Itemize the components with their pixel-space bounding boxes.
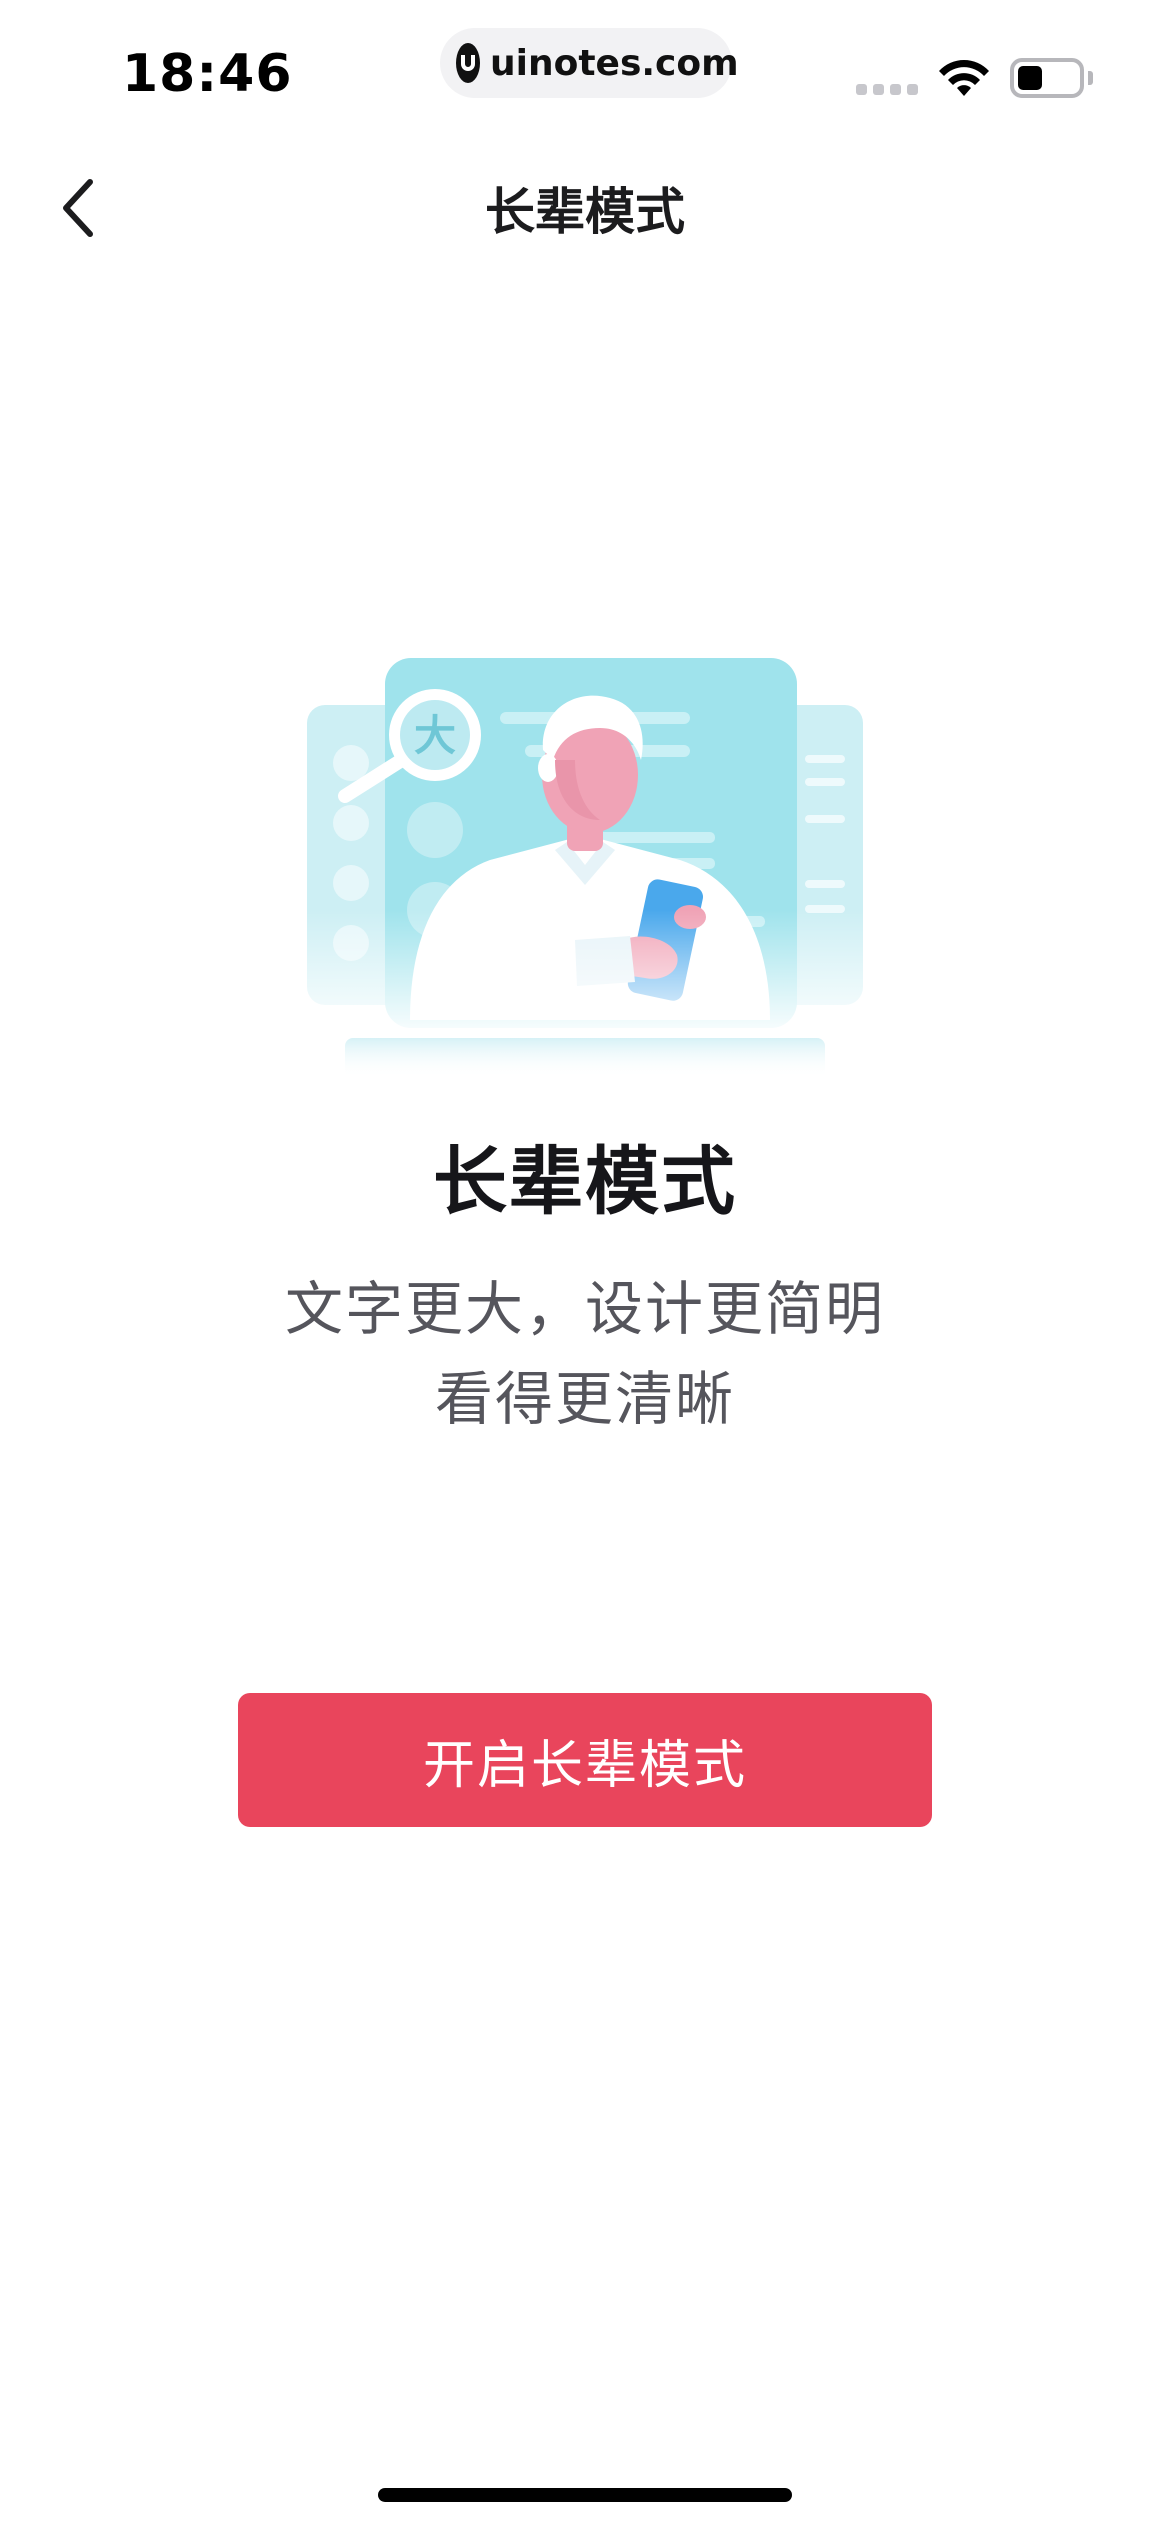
signal-icon — [856, 84, 918, 95]
battery-cap — [1088, 71, 1093, 85]
wifi-icon — [936, 56, 992, 104]
status-bar: 18:46 uinotes.com — [0, 0, 1170, 150]
description-line-1: 文字更大，设计更简明 — [284, 1275, 885, 1343]
headline: 长辈模式 — [433, 1139, 737, 1225]
status-time: 18:46 — [122, 44, 293, 104]
enable-elder-mode-button[interactable]: 开启长辈模式 — [238, 1693, 932, 1827]
site-logo-icon — [456, 43, 480, 83]
page-title: 长辈模式 — [485, 183, 685, 241]
url-text: uinotes.com — [490, 42, 739, 84]
description-line-2: 看得更清晰 — [434, 1365, 735, 1433]
home-indicator[interactable] — [378, 2488, 792, 2502]
magnifier-text: 大 — [414, 711, 456, 760]
url-pill[interactable]: uinotes.com — [440, 28, 739, 98]
elder-mode-illustration: 大 — [285, 610, 885, 1080]
battery-icon — [1010, 58, 1084, 98]
